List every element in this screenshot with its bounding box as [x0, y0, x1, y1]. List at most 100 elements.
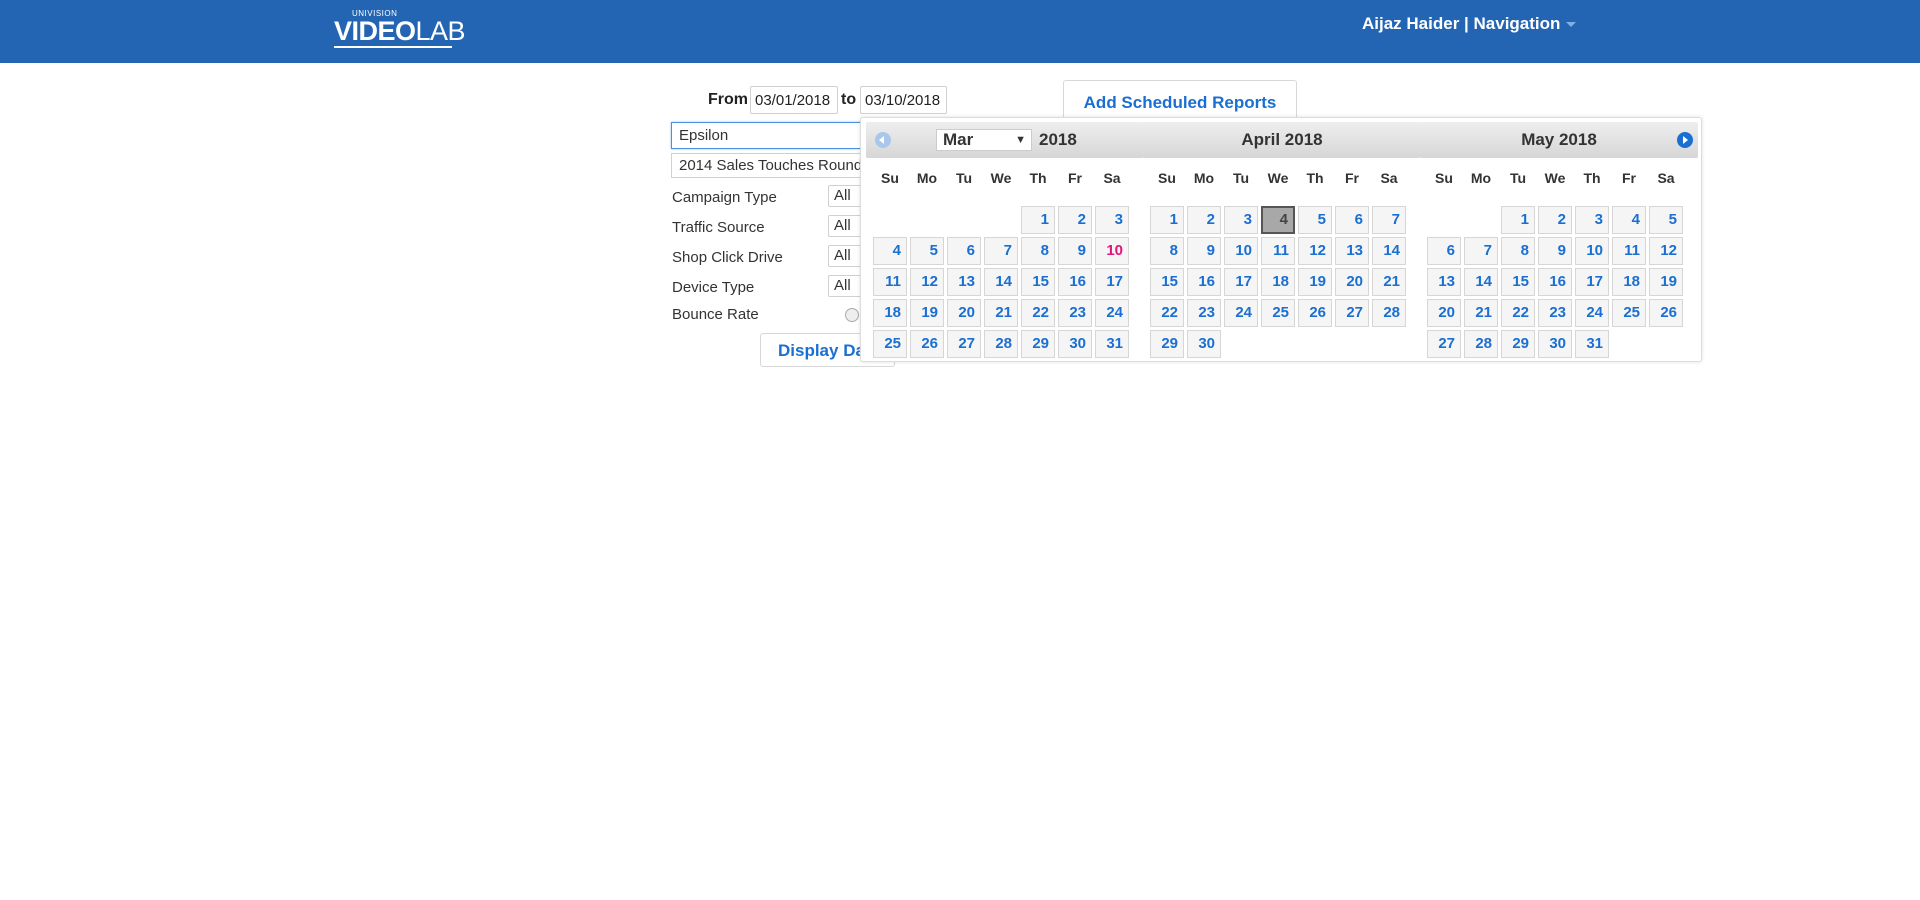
calendar-day[interactable]: 31: [1575, 330, 1609, 358]
calendar-day[interactable]: 27: [1335, 299, 1369, 327]
calendar-day[interactable]: 6: [1427, 237, 1461, 265]
calendar-day[interactable]: 16: [1187, 268, 1221, 296]
calendar-day[interactable]: 5: [910, 237, 944, 265]
calendar-day[interactable]: 11: [1261, 237, 1295, 265]
calendar-day[interactable]: 13: [1335, 237, 1369, 265]
calendar-day[interactable]: 26: [1298, 299, 1332, 327]
calendar-day[interactable]: 6: [947, 237, 981, 265]
calendar-day[interactable]: 10: [1095, 237, 1129, 265]
calendar-day[interactable]: 13: [1427, 268, 1461, 296]
calendar-day[interactable]: 31: [1095, 330, 1129, 358]
calendar-day[interactable]: 9: [1187, 237, 1221, 265]
prev-month-icon[interactable]: [875, 132, 891, 148]
calendar-day[interactable]: 23: [1538, 299, 1572, 327]
calendar-day[interactable]: 22: [1150, 299, 1184, 327]
calendar-day[interactable]: 10: [1575, 237, 1609, 265]
to-date-input[interactable]: [860, 86, 947, 114]
calendar-day[interactable]: 28: [1372, 299, 1406, 327]
calendar-day[interactable]: 10: [1224, 237, 1258, 265]
calendar-day[interactable]: 16: [1538, 268, 1572, 296]
client-search-input[interactable]: [671, 122, 891, 149]
calendar-day[interactable]: 2: [1058, 206, 1092, 234]
calendar-day[interactable]: 17: [1575, 268, 1609, 296]
calendar-day[interactable]: 17: [1095, 268, 1129, 296]
calendar-day[interactable]: 20: [1335, 268, 1369, 296]
calendar-day[interactable]: 14: [1372, 237, 1406, 265]
calendar-day[interactable]: 27: [1427, 330, 1461, 358]
campaign-select[interactable]: 2014 Sales Touches Round: [671, 153, 871, 178]
calendar-day[interactable]: 28: [1464, 330, 1498, 358]
calendar-day[interactable]: 11: [1612, 237, 1646, 265]
calendar-day[interactable]: 14: [1464, 268, 1498, 296]
from-date-input[interactable]: [750, 86, 838, 114]
calendar-day[interactable]: 26: [1649, 299, 1683, 327]
calendar-day[interactable]: 24: [1095, 299, 1129, 327]
calendar-day[interactable]: 7: [1372, 206, 1406, 234]
calendar-day[interactable]: 29: [1501, 330, 1535, 358]
month-select[interactable]: Mar ▼: [936, 129, 1032, 151]
calendar-day[interactable]: 18: [1261, 268, 1295, 296]
calendar-day[interactable]: 2: [1187, 206, 1221, 234]
calendar-day[interactable]: 30: [1538, 330, 1572, 358]
calendar-day[interactable]: 25: [1261, 299, 1295, 327]
calendar-day[interactable]: 26: [910, 330, 944, 358]
calendar-day[interactable]: 19: [1649, 268, 1683, 296]
calendar-day[interactable]: 19: [910, 299, 944, 327]
calendar-day[interactable]: 24: [1224, 299, 1258, 327]
next-month-icon[interactable]: [1677, 132, 1693, 148]
calendar-day[interactable]: 25: [873, 330, 907, 358]
calendar-day[interactable]: 1: [1150, 206, 1184, 234]
calendar-day[interactable]: 9: [1058, 237, 1092, 265]
calendar-day[interactable]: 22: [1501, 299, 1535, 327]
calendar-day[interactable]: 2: [1538, 206, 1572, 234]
calendar-day[interactable]: 4: [1261, 206, 1295, 234]
calendar-day[interactable]: 13: [947, 268, 981, 296]
calendar-day[interactable]: 29: [1150, 330, 1184, 358]
calendar-day[interactable]: 12: [910, 268, 944, 296]
calendar-day[interactable]: 8: [1150, 237, 1184, 265]
user-navigation-menu[interactable]: Aijaz Haider | Navigation: [1362, 13, 1577, 35]
calendar-day[interactable]: 29: [1021, 330, 1055, 358]
calendar-day[interactable]: 1: [1021, 206, 1055, 234]
calendar-day[interactable]: 15: [1150, 268, 1184, 296]
calendar-day[interactable]: 21: [984, 299, 1018, 327]
calendar-day[interactable]: 5: [1298, 206, 1332, 234]
calendar-day[interactable]: 23: [1187, 299, 1221, 327]
calendar-day[interactable]: 5: [1649, 206, 1683, 234]
calendar-day[interactable]: 3: [1224, 206, 1258, 234]
calendar-day[interactable]: 12: [1649, 237, 1683, 265]
calendar-day[interactable]: 7: [1464, 237, 1498, 265]
calendar-day[interactable]: 15: [1501, 268, 1535, 296]
calendar-day[interactable]: 20: [1427, 299, 1461, 327]
calendar-day[interactable]: 27: [947, 330, 981, 358]
calendar-day[interactable]: 25: [1612, 299, 1646, 327]
calendar-day[interactable]: 4: [873, 237, 907, 265]
calendar-day[interactable]: 15: [1021, 268, 1055, 296]
calendar-day[interactable]: 3: [1575, 206, 1609, 234]
calendar-day[interactable]: 3: [1095, 206, 1129, 234]
calendar-day[interactable]: 6: [1335, 206, 1369, 234]
calendar-day[interactable]: 22: [1021, 299, 1055, 327]
calendar-day[interactable]: 7: [984, 237, 1018, 265]
calendar-day[interactable]: 17: [1224, 268, 1258, 296]
videolab-logo[interactable]: UNIVISION VIDEOLAB: [334, 8, 466, 50]
calendar-day[interactable]: 30: [1187, 330, 1221, 358]
calendar-day[interactable]: 18: [1612, 268, 1646, 296]
calendar-day[interactable]: 23: [1058, 299, 1092, 327]
calendar-day[interactable]: 11: [873, 268, 907, 296]
calendar-day[interactable]: 14: [984, 268, 1018, 296]
calendar-day[interactable]: 21: [1372, 268, 1406, 296]
calendar-day[interactable]: 18: [873, 299, 907, 327]
calendar-day[interactable]: 8: [1501, 237, 1535, 265]
calendar-day[interactable]: 9: [1538, 237, 1572, 265]
calendar-day[interactable]: 16: [1058, 268, 1092, 296]
calendar-day[interactable]: 21: [1464, 299, 1498, 327]
calendar-day[interactable]: 20: [947, 299, 981, 327]
calendar-day[interactable]: 8: [1021, 237, 1055, 265]
calendar-day[interactable]: 4: [1612, 206, 1646, 234]
calendar-day[interactable]: 1: [1501, 206, 1535, 234]
calendar-day[interactable]: 12: [1298, 237, 1332, 265]
calendar-day[interactable]: 28: [984, 330, 1018, 358]
calendar-day[interactable]: 24: [1575, 299, 1609, 327]
bounce-rate-radio[interactable]: [845, 308, 859, 322]
